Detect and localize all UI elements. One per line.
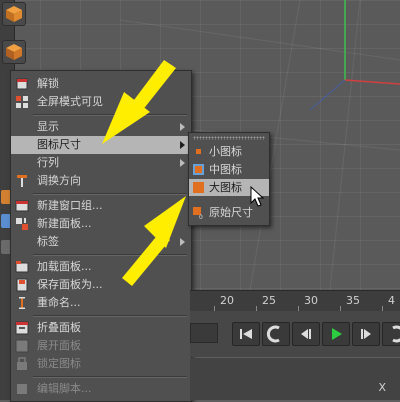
medium-icon-size-icon xyxy=(192,163,205,176)
original-size-icon: 0 xyxy=(192,206,205,221)
submenu-arrow-icon xyxy=(180,238,185,246)
previous-frame-icon xyxy=(301,329,311,339)
fullscreen-icon xyxy=(15,95,29,109)
submenu-item-medium-icon[interactable]: 中图标 xyxy=(189,161,269,178)
next-frame-icon xyxy=(361,329,371,339)
submenu-arrow-icon xyxy=(180,159,185,167)
tick-label: 20 xyxy=(220,294,234,307)
menu-separator xyxy=(33,114,187,116)
menu-item-new-window-group[interactable]: 新建窗口组... xyxy=(11,197,191,215)
menu-item-rows-columns[interactable]: 行列 xyxy=(11,154,191,172)
menu-separator xyxy=(33,254,187,256)
menu-item-fullscreen-visible[interactable]: 全屏模式可见 xyxy=(11,93,191,111)
tick-label: 35 xyxy=(346,294,360,307)
menu-item-lock-icons: 锁定图标 xyxy=(11,355,191,373)
menu-separator xyxy=(33,193,187,195)
object-tool-button[interactable] xyxy=(2,40,26,64)
z-axis-line xyxy=(309,79,346,111)
menu-item-rename[interactable]: 重命名... xyxy=(11,294,191,312)
next-key-button[interactable] xyxy=(382,322,400,346)
icon-size-submenu: 小图标 中图标 大图标 0 原始尺寸 xyxy=(188,132,270,226)
save-panel-icon xyxy=(15,278,29,292)
menu-item-display[interactable]: 显示 xyxy=(11,118,191,136)
menu-item-unlock[interactable]: 解锁 xyxy=(11,75,191,93)
timeline-ruler[interactable]: 20 25 30 35 4 xyxy=(190,290,400,312)
submenu-grip[interactable] xyxy=(193,136,265,140)
expand-panel-icon xyxy=(15,339,29,353)
x-axis-line xyxy=(344,79,400,85)
small-icon-size-icon xyxy=(192,145,205,158)
tick-label: 30 xyxy=(304,294,318,307)
menu-item-edit-script: 编辑脚本... xyxy=(11,380,191,398)
menu-item-expand-panel: 展开面板 xyxy=(11,337,191,355)
play-icon xyxy=(332,328,342,340)
frame-field[interactable] xyxy=(190,323,218,343)
tick-label: 25 xyxy=(262,294,276,307)
close-icon[interactable]: X xyxy=(378,381,386,394)
previous-key-button[interactable] xyxy=(262,322,290,346)
go-to-start-icon xyxy=(240,329,252,339)
menu-separator xyxy=(33,315,187,317)
menu-item-tags[interactable]: 标签 xyxy=(11,233,191,251)
next-frame-button[interactable] xyxy=(352,322,380,346)
playback-controls xyxy=(190,311,400,357)
submenu-item-small-icon[interactable]: 小图标 xyxy=(189,143,269,160)
play-button[interactable] xyxy=(322,322,350,346)
large-icon-size-icon xyxy=(192,181,205,194)
next-key-icon xyxy=(392,325,400,343)
lock-icons-icon xyxy=(15,357,29,371)
unlock-icon xyxy=(15,77,29,91)
menu-item-icon-size[interactable]: 图标尺寸 xyxy=(11,136,191,154)
status-bar: X xyxy=(190,358,400,400)
cube-tool-button[interactable] xyxy=(2,2,26,26)
rename-icon xyxy=(15,296,29,310)
previous-key-icon xyxy=(266,325,280,343)
submenu-arrow-icon xyxy=(180,123,185,131)
go-to-start-button[interactable] xyxy=(232,322,260,346)
new-window-group-icon xyxy=(15,199,29,213)
load-panel-icon xyxy=(15,260,29,274)
tick-label: 4 xyxy=(388,294,395,307)
menu-item-fold-panel[interactable]: 折叠面板 xyxy=(11,319,191,337)
svg-text:0: 0 xyxy=(199,214,203,219)
mouse-cursor-icon xyxy=(250,186,265,207)
menu-item-swap-direction[interactable]: 调换方向 xyxy=(11,172,191,190)
menu-item-load-panel[interactable]: 加载面板... xyxy=(11,258,191,276)
cube-icon xyxy=(6,6,22,22)
previous-frame-button[interactable] xyxy=(292,322,320,346)
cube-outline-icon xyxy=(6,44,22,60)
submenu-arrow-icon xyxy=(180,141,185,149)
new-panel-icon xyxy=(15,217,29,231)
menu-item-save-panel-as[interactable]: 保存面板为... xyxy=(11,276,191,294)
edit-script-icon xyxy=(15,382,29,396)
context-menu: 解锁 全屏模式可见 显示 图标尺寸 行列 调换方向 新建窗口组... 新建面板.… xyxy=(10,70,192,402)
menu-separator xyxy=(33,376,187,378)
swap-direction-icon xyxy=(15,174,29,188)
fold-panel-icon xyxy=(15,321,29,335)
menu-item-new-panel[interactable]: 新建面板... xyxy=(11,215,191,233)
